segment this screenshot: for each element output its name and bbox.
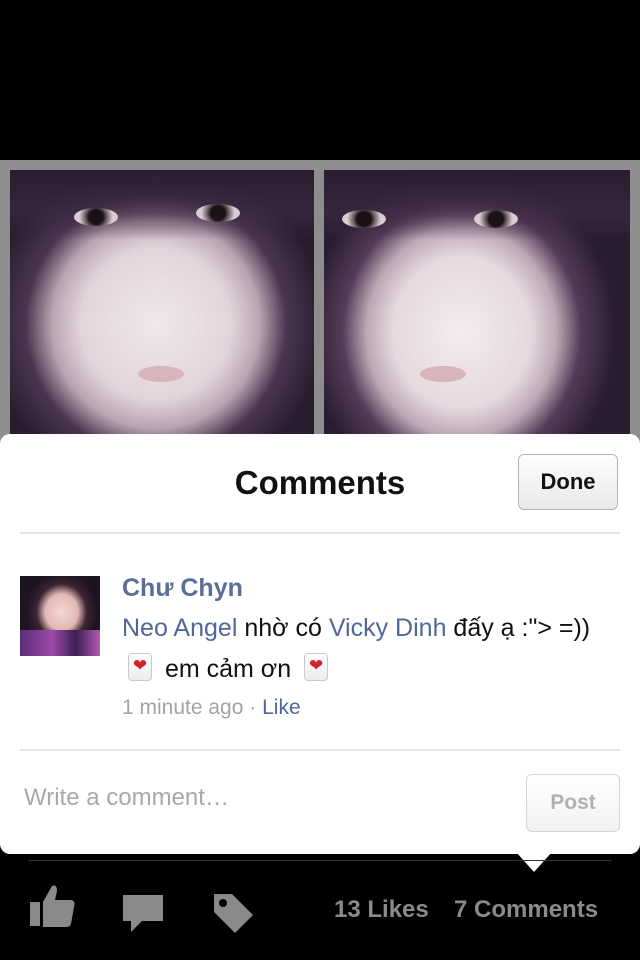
lips [138, 366, 184, 382]
comment-time: 1 minute ago [122, 696, 244, 719]
avatar[interactable] [20, 576, 100, 656]
avatar-shirt [20, 630, 100, 656]
comment-meta: 1 minute ago · Like [122, 696, 301, 720]
mention-link[interactable]: Vicky Dinh [329, 614, 447, 642]
divider [20, 532, 620, 534]
eye [474, 210, 518, 228]
hair-overlay [10, 170, 314, 240]
comment-text: đấy ạ :"> =)) [446, 614, 591, 642]
comments-count[interactable]: 7 Comments [454, 896, 598, 924]
comments-sheet: Comments Done Chư Chyn Neo Angel nhờ có … [0, 434, 640, 854]
comment-icon[interactable] [120, 892, 166, 936]
comment-text: em cảm ơn [164, 655, 292, 683]
photo-collage [0, 160, 640, 450]
likes-count[interactable]: 13 Likes [334, 896, 429, 924]
hair-overlay [324, 170, 630, 240]
thumbs-up-icon[interactable] [28, 882, 78, 930]
comment-text: nhờ có [237, 614, 329, 642]
comment-author[interactable]: Chư Chyn [122, 574, 243, 603]
lips [420, 366, 466, 382]
meta-separator: · [243, 696, 263, 719]
footer-divider [28, 860, 612, 861]
tag-icon[interactable] [210, 890, 256, 936]
photo-right[interactable] [324, 170, 630, 450]
post-button[interactable]: Post [526, 774, 620, 832]
photo-left[interactable] [10, 170, 314, 450]
heart-emoji-icon: ❤ [128, 653, 152, 682]
divider [20, 749, 620, 751]
eye [342, 210, 386, 228]
comment-body: Neo Angel nhờ có Vicky Dinh đấy ạ :"> =)… [122, 608, 622, 690]
eye [74, 208, 118, 226]
done-button[interactable]: Done [518, 454, 618, 510]
comment-input[interactable]: Write a comment… [24, 784, 229, 812]
sheet-caret [516, 852, 552, 872]
heart-emoji-icon: ❤ [304, 653, 329, 682]
like-link[interactable]: Like [262, 696, 301, 719]
eye [196, 204, 240, 222]
mention-link[interactable]: Neo Angel [122, 614, 237, 642]
